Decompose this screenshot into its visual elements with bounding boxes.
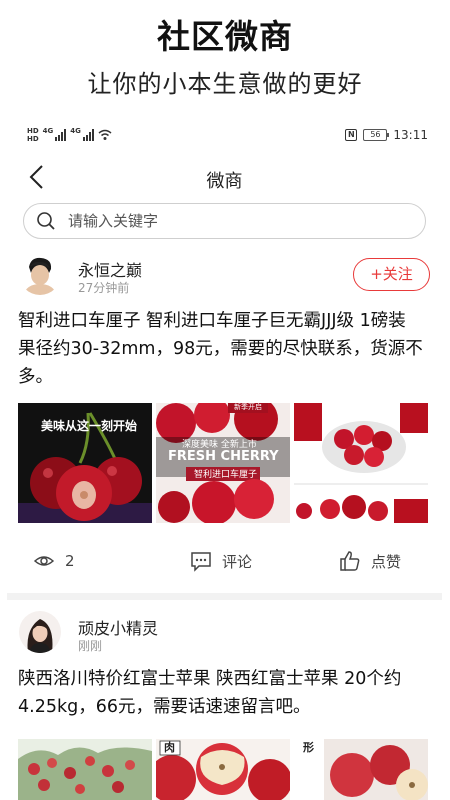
post-image[interactable]: 新季开启 深度美味 全新上市 FRESH CHERRY 智利进口车厘子 — [156, 403, 290, 523]
image-caption: 美味从这一刻开始 — [41, 419, 138, 433]
like-label: 点赞 — [371, 552, 402, 571]
image-caption-main: FRESH CHERRY — [168, 449, 279, 464]
signal-icon — [82, 129, 94, 141]
navigation-bar: 微商 — [7, 151, 442, 203]
comment-icon — [191, 552, 211, 572]
status-bar: HD HD 4G 4G N 56 13:11 — [7, 121, 442, 151]
post-time: 刚刚 — [78, 639, 103, 653]
comment-button[interactable]: 评论 — [190, 541, 252, 581]
avatar[interactable] — [19, 611, 61, 653]
username[interactable]: 永恒之巅 — [78, 257, 142, 281]
search-icon — [37, 212, 55, 230]
status-left: HD HD 4G 4G — [27, 127, 112, 143]
promo-subtitle: 让你的小本生意做的更好 — [87, 70, 363, 98]
post-text: 陕西洛川特价红富士苹果 陕西红富士苹果 20个约4.25kg，66元，需要话速速… — [18, 669, 402, 717]
image-caption-bottom: 智利进口车厘子 — [194, 470, 258, 480]
page-title: 微商 — [206, 171, 243, 192]
phone-screen: HD HD 4G 4G N 56 13:11 微商 请输入关键字 永恒之巅 27… — [7, 121, 442, 800]
promo-header: 社区微商 让你的小本生意做的更好 — [0, 0, 450, 118]
network-type-b: 4G — [70, 127, 81, 135]
thumbs-up-icon — [340, 551, 360, 571]
battery-icon: 56 — [363, 129, 390, 141]
post-card: 顽皮小精灵 刚刚 陕西洛川特价红富士苹果 陕西红富士苹果 20个约4.25kg，… — [7, 600, 442, 800]
follow-button[interactable]: +关注 — [353, 258, 430, 291]
image-caption: 肉 — [164, 741, 175, 754]
status-right: N 56 13:11 — [345, 128, 428, 142]
views-count: 2 — [65, 552, 75, 570]
image-grid: 肉 形 — [18, 739, 428, 800]
post-image[interactable] — [294, 403, 428, 523]
like-button[interactable]: 点赞 — [339, 541, 401, 581]
post-card: 永恒之巅 27分钟前 +关注 智利进口车厘子 智利进口车厘子巨无霸JJJ级 1磅… — [7, 245, 442, 593]
promo-title: 社区微商 — [157, 17, 293, 56]
wifi-icon — [98, 129, 112, 140]
post-actions: 2 评论 点赞 — [7, 541, 442, 581]
post-image[interactable]: 形 — [294, 739, 428, 800]
post-text: 智利进口车厘子 智利进口车厘子巨无霸JJJ级 1磅装 果径约30-32mm，98… — [18, 311, 423, 387]
eye-icon — [33, 556, 55, 566]
search-input[interactable] — [68, 212, 368, 230]
post-image[interactable]: 美味从这一刻开始 — [18, 403, 152, 523]
nfc-icon: N — [345, 129, 358, 141]
avatar[interactable] — [19, 253, 61, 295]
image-badge: 新季开启 — [234, 403, 262, 411]
post-image[interactable]: 肉 — [156, 739, 290, 800]
network-type-a: 4G — [42, 127, 54, 135]
clock: 13:11 — [393, 128, 428, 142]
image-grid: 美味从这一刻开始 新季开启 深度美味 全新上市 FRESH CHERRY 智利进… — [18, 403, 428, 523]
search-bar[interactable] — [23, 203, 426, 239]
hd-icon: HD HD — [27, 127, 39, 143]
username[interactable]: 顽皮小精灵 — [78, 615, 158, 639]
image-caption: 形 — [303, 741, 314, 754]
search-area — [7, 203, 442, 245]
post-time: 27分钟前 — [78, 281, 130, 295]
comment-label: 评论 — [222, 552, 253, 571]
signal-icon — [55, 129, 67, 141]
post-image[interactable] — [18, 739, 152, 800]
views-counter: 2 — [33, 541, 75, 581]
